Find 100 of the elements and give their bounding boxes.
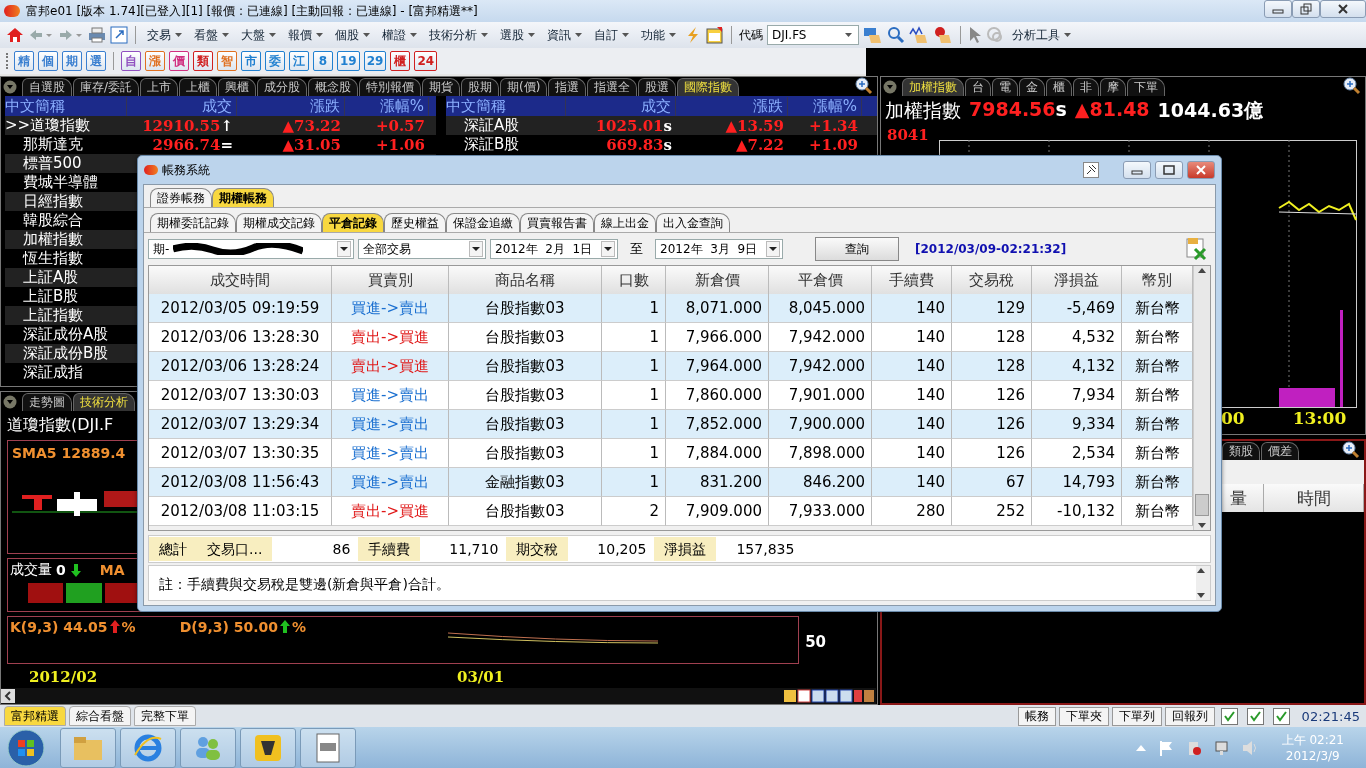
dropdown-icon[interactable]: [883, 80, 897, 94]
menu-item[interactable]: 權證: [378, 26, 421, 44]
minimize-button[interactable]: [1264, 0, 1292, 18]
tab[interactable]: 線上出金: [594, 213, 656, 232]
close-button[interactable]: [1320, 0, 1366, 18]
tab[interactable]: 國際指數: [677, 78, 740, 96]
tab[interactable]: 台: [965, 78, 991, 96]
quick-button[interactable]: 委: [265, 51, 285, 71]
tab[interactable]: 特別報價: [359, 78, 422, 96]
scroll-up-icon[interactable]: [1196, 566, 1206, 576]
taskbar-button[interactable]: [240, 727, 296, 768]
tab[interactable]: 摩: [1100, 78, 1126, 96]
printer-icon[interactable]: [88, 27, 106, 43]
index-name[interactable]: 標普500: [23, 154, 82, 173]
external-window-icon[interactable]: [110, 26, 128, 44]
zoom-in-icon[interactable]: [855, 77, 873, 95]
index-name[interactable]: 深証成份B股: [23, 344, 109, 363]
tab[interactable]: 股選: [638, 78, 677, 96]
menu-item[interactable]: 大盤: [237, 26, 280, 44]
quick-button[interactable]: 8: [313, 51, 333, 71]
menu-item[interactable]: 個股: [331, 26, 374, 44]
quick-button[interactable]: 24: [414, 51, 438, 71]
menu-item[interactable]: 交易: [143, 26, 186, 44]
workspace-tab[interactable]: 綜合看盤: [69, 706, 131, 726]
tab[interactable]: 興櫃: [218, 78, 257, 96]
tab[interactable]: 歷史權益: [384, 213, 446, 232]
zoom-in-icon[interactable]: [1343, 77, 1361, 95]
tab[interactable]: 電: [992, 78, 1018, 96]
tab[interactable]: 概念股: [308, 78, 359, 96]
index-name[interactable]: 深証B股: [464, 135, 520, 154]
tab[interactable]: 期權成交記錄: [236, 213, 322, 232]
start-date-picker[interactable]: 2012年 2月 1日: [490, 239, 618, 259]
chart-tools-icon[interactable]: [784, 689, 876, 703]
menu-item[interactable]: 看盤: [190, 26, 233, 44]
menu-item[interactable]: 報價: [284, 26, 327, 44]
index-name[interactable]: 加權指數: [23, 230, 83, 249]
scroll-down-icon[interactable]: [1196, 590, 1206, 600]
checkbox[interactable]: [1220, 707, 1238, 725]
trade-type-combo[interactable]: 全部交易: [358, 239, 486, 259]
quick-button[interactable]: 櫃: [390, 51, 411, 71]
index-name[interactable]: 上証B股: [23, 287, 79, 306]
tab[interactable]: 上櫃: [179, 78, 218, 96]
index-name[interactable]: 費城半導體: [23, 173, 98, 192]
tab[interactable]: 自選股: [22, 78, 72, 96]
status-button[interactable]: 回報列: [1164, 706, 1215, 726]
tab[interactable]: 價差: [1261, 442, 1299, 460]
menu-item[interactable]: 自訂: [590, 26, 633, 44]
close-button[interactable]: [1187, 161, 1215, 179]
tab[interactable]: 指選全: [587, 78, 638, 96]
tab[interactable]: 技術分析: [73, 393, 135, 411]
spreadsheet-export-icon[interactable]: [1185, 237, 1209, 261]
tab[interactable]: 證券帳務: [150, 188, 212, 207]
tab[interactable]: 加權指數: [902, 78, 964, 96]
menu-item[interactable]: 分析工具: [1008, 26, 1075, 44]
tab[interactable]: 非: [1073, 78, 1099, 96]
tab[interactable]: 成分股: [257, 78, 308, 96]
dropdown-icon[interactable]: [3, 395, 17, 409]
start-button-icon[interactable]: [6, 727, 46, 768]
account-combo[interactable]: 期-: [148, 239, 354, 259]
quick-button[interactable]: 精: [14, 51, 34, 71]
status-button[interactable]: 下單列: [1111, 706, 1162, 726]
tab[interactable]: 庫存/委託: [73, 78, 140, 96]
quick-button[interactable]: 19: [337, 51, 360, 71]
tab[interactable]: 出入金查詢: [656, 213, 730, 232]
menu-item[interactable]: 資訊: [543, 26, 586, 44]
vertical-scrollbar[interactable]: [1193, 266, 1210, 530]
index-name[interactable]: 深証成份A股: [23, 325, 109, 344]
quick-button[interactable]: 江: [289, 51, 309, 71]
zoom-in-icon[interactable]: [1342, 441, 1360, 459]
index-name[interactable]: 上証指數: [23, 306, 83, 325]
quick-button[interactable]: 個: [38, 51, 58, 71]
menu-item[interactable]: 功能: [637, 26, 680, 44]
checkbox[interactable]: [1272, 707, 1290, 725]
network-icon[interactable]: [1213, 739, 1230, 756]
menu-item[interactable]: 選股: [496, 26, 539, 44]
tab[interactable]: 保證金追繳: [446, 213, 520, 232]
quick-button[interactable]: 價: [169, 51, 189, 71]
tab[interactable]: 期(價): [500, 78, 548, 96]
window-flag-icon[interactable]: [706, 26, 724, 44]
tab[interactable]: 股期: [461, 78, 500, 96]
end-date-picker[interactable]: 2012年 3月 9日: [655, 239, 783, 259]
workspace-tab[interactable]: 富邦精選: [4, 706, 66, 726]
index-name[interactable]: 日經指數: [23, 192, 83, 211]
scroll-thumb[interactable]: [1195, 494, 1209, 516]
scroll-left-button[interactable]: [1, 689, 15, 703]
tab[interactable]: 類股: [1222, 442, 1260, 460]
index-name[interactable]: 那斯達克: [23, 135, 83, 154]
status-button[interactable]: 下單夾: [1058, 706, 1109, 726]
quick-button[interactable]: 29: [363, 51, 387, 71]
menu-item[interactable]: 技術分析: [425, 26, 492, 44]
quick-button[interactable]: 選: [86, 51, 106, 71]
tab[interactable]: 上市: [140, 78, 179, 96]
scroll-up-icon[interactable]: [1197, 266, 1207, 276]
index-name[interactable]: 上証A股: [23, 268, 79, 287]
search-icon[interactable]: [887, 26, 905, 44]
checkbox[interactable]: [1246, 707, 1264, 725]
maximize-button[interactable]: [1155, 161, 1183, 179]
dropdown-icon[interactable]: [3, 80, 17, 94]
query-button[interactable]: 查詢: [815, 237, 899, 261]
tab[interactable]: 平倉記錄: [322, 213, 384, 232]
